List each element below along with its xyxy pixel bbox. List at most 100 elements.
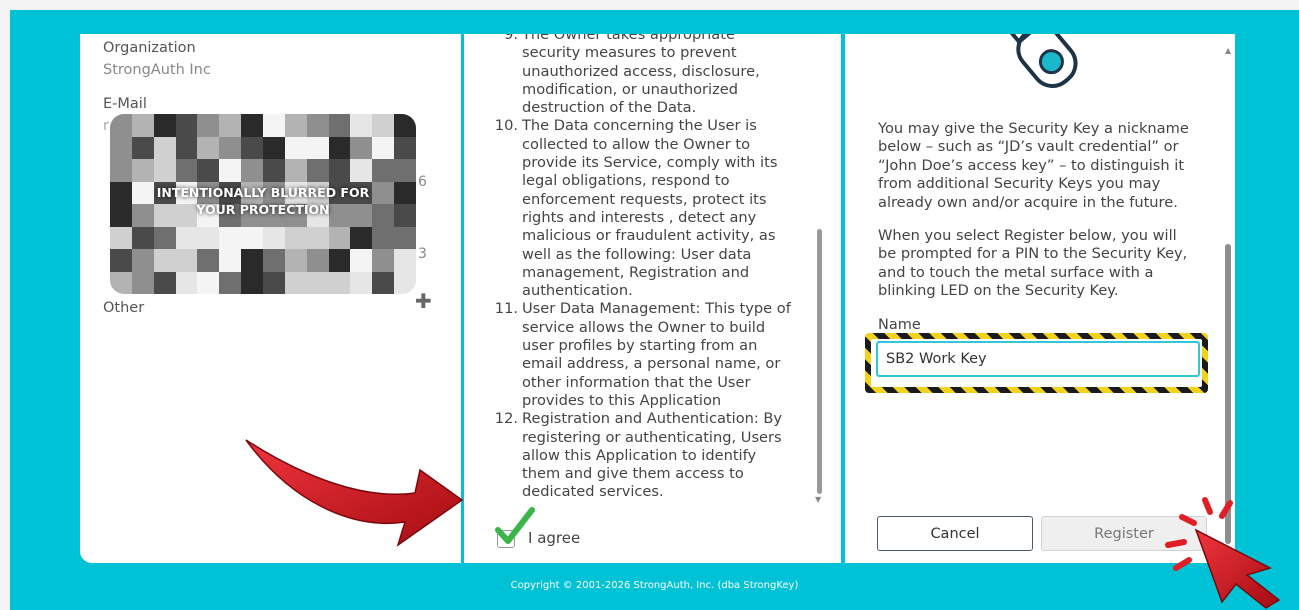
blur-tile [175, 271, 198, 294]
term-number: 11. [494, 300, 518, 318]
blur-tile [328, 114, 351, 137]
blur-tile [175, 226, 198, 249]
blur-tile [110, 159, 132, 182]
blur-tile [372, 114, 395, 137]
blur-tile [306, 249, 329, 272]
blur-tile [394, 226, 416, 249]
blur-tile [350, 226, 373, 249]
scroll-down-arrow-icon[interactable]: ▼ [815, 495, 821, 504]
term-item: 12. Registration and Authentication: By … [474, 410, 809, 501]
blur-tile [241, 114, 263, 137]
cancel-button[interactable]: Cancel [877, 516, 1033, 551]
term-number: 9. [504, 34, 518, 43]
blur-tile [263, 136, 285, 159]
blur-tile [153, 249, 176, 272]
instruction-line: blinking LED on the Security Key. [878, 282, 1119, 300]
blur-tile [372, 136, 395, 159]
term-item: 11. User Data Management: This type of s… [474, 300, 809, 410]
page-background: Organization StrongAuth Inc E-Mail r INT… [10, 10, 1299, 610]
security-key-icon [1002, 34, 1078, 89]
organization-value: StrongAuth Inc [103, 62, 211, 78]
blur-notice-line-1: INTENTIONALLY BLURRED FOR [156, 185, 370, 200]
term-line: well as the following: User data [522, 245, 752, 263]
term-text: The Owner takes appropriate security mea… [522, 34, 809, 117]
blur-tile [219, 226, 242, 249]
blur-tile [372, 159, 395, 182]
blur-tile [175, 114, 198, 137]
key-name-input[interactable] [876, 341, 1200, 377]
terms-scrollbar[interactable] [817, 229, 822, 494]
instruction-line: from additional Security Keys you may [878, 175, 1161, 193]
term-line: unauthorized access, disclosure, [522, 62, 760, 80]
register-button[interactable]: Register [1041, 516, 1207, 551]
blur-tile [197, 249, 220, 272]
email-value-partial: r [103, 118, 109, 134]
plus-icon[interactable]: ✚ [415, 289, 432, 313]
email-label: E-Mail [103, 96, 147, 112]
blur-tile [350, 159, 373, 182]
blur-tile [306, 136, 329, 159]
blur-tile [263, 226, 285, 249]
blur-tile [372, 226, 395, 249]
name-label: Name [878, 317, 921, 333]
terms-card: 9. The Owner takes appropriate security … [464, 34, 841, 563]
blur-tile [328, 249, 351, 272]
blur-tile [175, 136, 198, 159]
blur-tile [284, 114, 307, 137]
blur-tile [153, 136, 176, 159]
agree-label[interactable]: I agree [528, 529, 580, 547]
term-text: Registration and Authentication: By regi… [522, 410, 809, 501]
copyright-footer: Copyright © 2001-2026 StrongAuth, Inc. (… [510, 580, 799, 591]
blur-tile [219, 249, 242, 272]
register-scrollbar[interactable] [1225, 244, 1231, 544]
blur-tile [284, 159, 307, 182]
blur-notice-line-2: YOUR PROTECTION [196, 202, 330, 217]
register-key-card: You may give the Security Key a nickname… [845, 34, 1235, 563]
scroll-up-arrow-icon[interactable]: ▲ [1225, 46, 1231, 55]
term-number: 10. [494, 117, 518, 135]
blur-tile [263, 249, 285, 272]
blur-tile [110, 249, 132, 272]
term-line: dedicated services. [522, 483, 664, 501]
term-line: The Data concerning the User is [522, 117, 757, 135]
instruction-line: and to touch the metal surface with a [878, 263, 1154, 281]
blur-tile [197, 114, 220, 137]
term-line: authentication. [522, 282, 633, 300]
instruction-line: below – such as “JD’s vault credential” … [878, 138, 1179, 156]
instruction-line: When you select Register below, you will [878, 227, 1177, 244]
blur-tile [263, 114, 285, 137]
blur-tile [241, 249, 263, 272]
term-line: allow this Application to identify [522, 446, 757, 464]
blur-tile [284, 249, 307, 272]
term-line: The Owner takes appropriate [522, 34, 735, 43]
blur-tile [219, 159, 242, 182]
blur-tile [394, 159, 416, 182]
term-line: legal obligations, respond to [522, 172, 730, 190]
blur-tile [241, 226, 263, 249]
instruction-line: “John Doe’s access key” – to distinguish… [878, 156, 1185, 174]
blur-tile [350, 249, 373, 272]
blur-tile [394, 114, 416, 137]
blur-tile [110, 271, 132, 294]
blur-tile [394, 249, 416, 272]
blur-tile [153, 114, 176, 137]
term-line: Registration and Authentication: By [522, 410, 783, 428]
partial-char: 6 [418, 174, 427, 190]
blur-tile [131, 226, 154, 249]
term-line: other information that the User [522, 373, 751, 391]
blur-tile [110, 136, 132, 159]
term-line: collected to allow the Owner to [522, 135, 751, 153]
blur-tile [153, 271, 176, 294]
blur-tile [328, 271, 351, 294]
profile-card: Organization StrongAuth Inc E-Mail r INT… [80, 34, 461, 563]
term-text: User Data Management: This type of servi… [522, 300, 809, 410]
blur-tile [153, 226, 176, 249]
term-line: security measures to prevent [522, 44, 737, 62]
blur-tile [219, 271, 242, 294]
blur-tile [372, 271, 395, 294]
blur-tile [197, 136, 220, 159]
instruction-line: be prompted for a PIN to the Security Ke… [878, 245, 1188, 263]
term-item: 9. The Owner takes appropriate security … [474, 34, 809, 117]
blur-tile [241, 136, 263, 159]
term-line: service allows the Owner to build [522, 318, 766, 336]
